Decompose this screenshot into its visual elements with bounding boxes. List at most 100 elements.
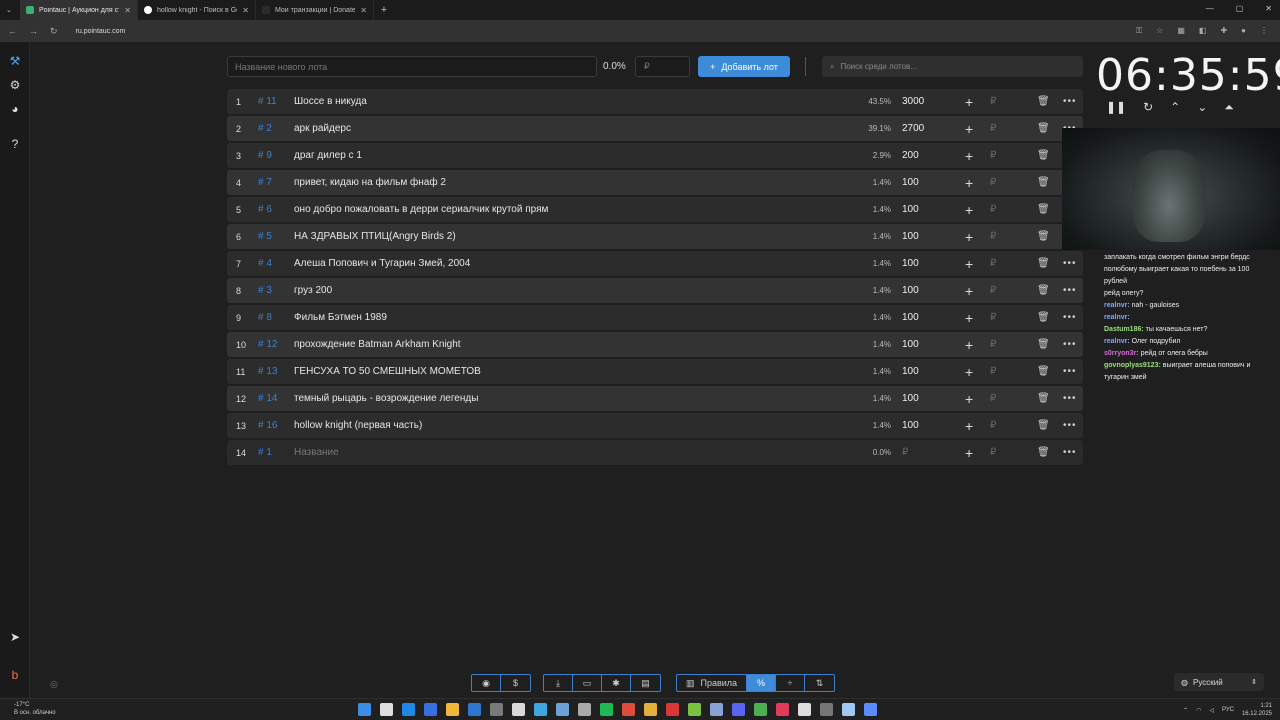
add-lot-button[interactable]: + Добавить лот: [698, 56, 790, 77]
add-amount-plus-icon[interactable]: +: [965, 359, 973, 384]
lot-name[interactable]: груз 200: [294, 278, 332, 303]
language-select[interactable]: ◍ Русский ⇕: [1174, 673, 1264, 691]
close-icon[interactable]: ✕: [124, 6, 131, 15]
trash-icon[interactable]: 🗑: [1037, 386, 1050, 411]
more-options-icon[interactable]: •••: [1063, 413, 1077, 438]
double-chevron-up-icon[interactable]: ⏶: [1224, 100, 1234, 115]
lot-name[interactable]: ГЕНСУХА ТО 50 СМЕШНЫХ МОМЕТОВ: [294, 359, 481, 384]
trash-icon[interactable]: 🗑: [1037, 224, 1050, 249]
taskbar-app-icon[interactable]: [710, 703, 723, 716]
taskbar-app-icon[interactable]: [754, 703, 767, 716]
trash-icon[interactable]: 🗑: [1037, 197, 1050, 222]
lot-amount[interactable]: 100: [902, 413, 919, 438]
add-amount-plus-icon[interactable]: +: [965, 197, 973, 222]
settings-gear-icon[interactable]: ⚙: [6, 76, 24, 94]
trash-icon[interactable]: 🗑: [1037, 413, 1050, 438]
add-amount-input[interactable]: ₽: [990, 170, 996, 195]
taskbar-app-icon[interactable]: [490, 703, 503, 716]
lot-amount[interactable]: 100: [902, 305, 919, 330]
weather-widget[interactable]: -17°C В осн. облачно: [14, 701, 56, 717]
telegram-icon[interactable]: ➤: [6, 628, 24, 646]
close-window-icon[interactable]: ✕: [1265, 4, 1272, 13]
lot-name[interactable]: арк райдерс: [294, 116, 351, 141]
new-lot-name-input[interactable]: Название нового лота: [227, 56, 597, 77]
more-options-icon[interactable]: •••: [1063, 89, 1077, 114]
sort-icon[interactable]: ⇅: [805, 675, 834, 691]
trash-icon[interactable]: 🗑: [1037, 278, 1050, 303]
archive-icon[interactable]: ▭: [573, 675, 602, 691]
input-language[interactable]: РУС: [1222, 707, 1234, 713]
lot-name[interactable]: Название: [294, 440, 339, 465]
lot-amount[interactable]: 100: [902, 170, 919, 195]
add-amount-plus-icon[interactable]: +: [965, 278, 973, 303]
taskbar-app-icon[interactable]: [864, 703, 877, 716]
lot-name[interactable]: hollow knight (первая часть): [294, 413, 422, 438]
trash-icon[interactable]: 🗑: [1037, 89, 1050, 114]
puzzle-icon[interactable]: ✚: [1220, 26, 1227, 36]
star-icon[interactable]: ☆: [1156, 26, 1163, 36]
add-amount-plus-icon[interactable]: +: [965, 170, 973, 195]
maximize-icon[interactable]: ▢: [1236, 4, 1244, 13]
tray-chevron-icon[interactable]: ⌃: [1183, 707, 1188, 714]
chevron-up-icon[interactable]: ⌃: [1170, 100, 1180, 115]
close-icon[interactable]: ✕: [360, 6, 367, 15]
lot-name[interactable]: НА ЗДРАВЫХ ПТИЦ(Angry Birds 2): [294, 224, 456, 249]
taskbar-app-icon[interactable]: [622, 703, 635, 716]
taskbar-app-icon[interactable]: [534, 703, 547, 716]
lot-name[interactable]: темный рыцарь - возрождение легенды: [294, 386, 478, 411]
add-amount-plus-icon[interactable]: +: [965, 440, 973, 465]
more-options-icon[interactable]: •••: [1063, 332, 1077, 357]
add-amount-input[interactable]: ₽: [990, 278, 996, 303]
trash-icon[interactable]: 🗑: [1037, 359, 1050, 384]
url-field[interactable]: ru.pointauc.com: [76, 28, 126, 35]
more-options-icon[interactable]: •••: [1063, 251, 1077, 276]
taskbar-app-icon[interactable]: [358, 703, 371, 716]
lot-search-input[interactable]: ⌕ Поиск среди лотов...: [822, 56, 1083, 77]
reset-icon[interactable]: ↻: [1143, 100, 1153, 115]
taskbar-app-icon[interactable]: [556, 703, 569, 716]
add-amount-input[interactable]: ₽: [990, 197, 996, 222]
reload-icon[interactable]: ↻: [50, 26, 58, 37]
taskbar-app-icon[interactable]: [776, 703, 789, 716]
chevron-down-icon[interactable]: ⌄: [1197, 100, 1207, 115]
taskbar-app-icon[interactable]: [578, 703, 591, 716]
tab-list-button[interactable]: ⌄: [0, 0, 20, 20]
lot-name[interactable]: Алеша Попович и Тугарин Змей, 2004: [294, 251, 470, 276]
new-tab-button[interactable]: +: [374, 4, 394, 16]
lot-name[interactable]: привет, кидаю на фильм фнаф 2: [294, 170, 446, 195]
browser-tab[interactable]: hollow knight - Поиск в Google ✕: [138, 0, 256, 20]
lot-amount[interactable]: ₽: [902, 440, 908, 465]
browser-tab[interactable]: Pointauc | Аукцион для стрима ✕: [20, 0, 138, 20]
trash-icon[interactable]: 🗑: [1037, 251, 1050, 276]
new-lot-price-input[interactable]: ₽: [635, 56, 690, 77]
taskbar-app-icon[interactable]: [600, 703, 613, 716]
add-amount-input[interactable]: ₽: [990, 305, 996, 330]
taskbar-app-icon[interactable]: [798, 703, 811, 716]
volume-icon[interactable]: ◁: [1209, 707, 1214, 714]
menu-icon[interactable]: ⋮: [1260, 26, 1268, 36]
add-amount-input[interactable]: ₽: [990, 89, 996, 114]
add-amount-plus-icon[interactable]: +: [965, 89, 973, 114]
taskbar-app-icon[interactable]: [820, 703, 833, 716]
taskbar-app-icon[interactable]: [666, 703, 679, 716]
trash-icon[interactable]: 🗑: [1037, 332, 1050, 357]
add-amount-plus-icon[interactable]: +: [965, 413, 973, 438]
taskbar-app-icon[interactable]: [732, 703, 745, 716]
rules-button[interactable]: ▥ Правила: [677, 675, 747, 691]
minimize-icon[interactable]: —: [1206, 4, 1214, 13]
percent-toggle-icon[interactable]: %: [747, 675, 776, 691]
layout-icon[interactable]: ▤: [631, 675, 660, 691]
trash-icon[interactable]: 🗑: [1037, 116, 1050, 141]
clock[interactable]: 1:21 16.12.2025: [1242, 702, 1272, 718]
lot-amount[interactable]: 100: [902, 332, 919, 357]
dollar-icon[interactable]: $: [501, 675, 530, 691]
lot-amount[interactable]: 100: [902, 386, 919, 411]
more-options-icon[interactable]: •••: [1063, 278, 1077, 303]
add-amount-input[interactable]: ₽: [990, 359, 996, 384]
add-amount-plus-icon[interactable]: +: [965, 251, 973, 276]
trash-icon[interactable]: 🗑: [1037, 305, 1050, 330]
taskbar-app-icon[interactable]: [688, 703, 701, 716]
lot-amount[interactable]: 200: [902, 143, 919, 168]
taskbar-app-icon[interactable]: [842, 703, 855, 716]
more-options-icon[interactable]: •••: [1063, 386, 1077, 411]
